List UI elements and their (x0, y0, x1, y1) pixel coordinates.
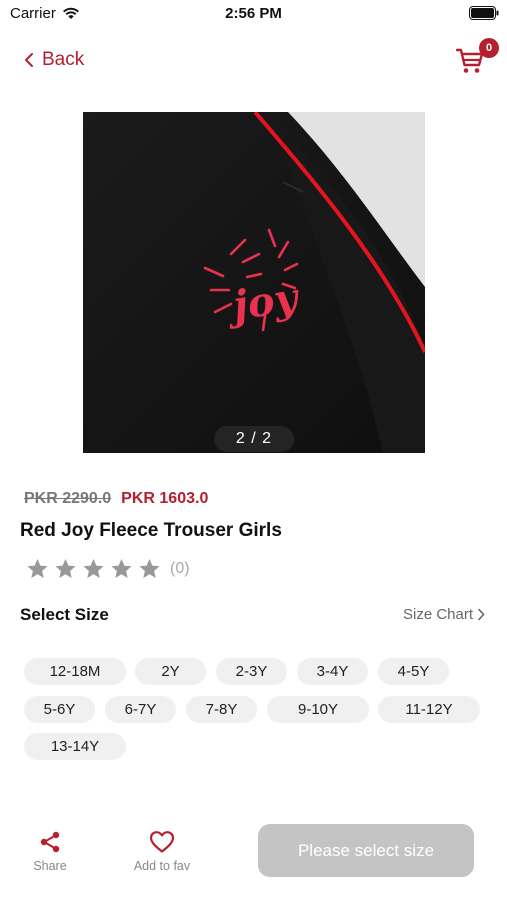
star-icon (55, 559, 76, 578)
status-bar: Carrier 2:56 PM (0, 0, 507, 28)
size-option[interactable]: 2-3Y (216, 658, 287, 685)
share-button[interactable]: Share (28, 830, 72, 873)
size-option[interactable]: 7-8Y (186, 696, 257, 723)
status-time: 2:56 PM (225, 5, 282, 22)
fav-label: Add to fav (133, 859, 191, 873)
size-option[interactable]: 12-18M (24, 658, 126, 685)
size-chart-link[interactable]: Size Chart (403, 606, 485, 623)
image-counter: 2 / 2 (214, 426, 294, 452)
cart-button[interactable]: 0 (455, 38, 499, 78)
back-button[interactable]: Back (24, 48, 84, 72)
sale-price: PKR 1603.0 (121, 490, 209, 507)
heart-icon (149, 831, 175, 853)
product-title: Red Joy Fleece Trouser Girls (20, 520, 282, 541)
select-size-cta-button[interactable]: Please select size (258, 824, 474, 877)
star-icon (27, 559, 48, 578)
cart-count-badge: 0 (479, 38, 499, 58)
battery-icon (469, 6, 499, 20)
size-chart-label: Size Chart (403, 606, 474, 623)
star-icon (111, 559, 132, 578)
star-icon (83, 559, 104, 578)
price-group: PKR 2290.0 PKR 1603.0 (24, 490, 208, 508)
size-option[interactable]: 9-10Y (267, 696, 369, 723)
add-to-fav-button[interactable]: Add to fav (128, 830, 196, 873)
size-option[interactable]: 6-7Y (105, 696, 176, 723)
chevron-left-icon (25, 53, 33, 67)
share-icon (40, 831, 60, 853)
size-option[interactable]: 11-12Y (378, 696, 480, 723)
size-option[interactable]: 5-6Y (24, 696, 95, 723)
back-label: Back (42, 49, 85, 70)
size-option[interactable]: 3-4Y (297, 658, 368, 685)
share-label: Share (33, 859, 67, 873)
size-option[interactable]: 13-14Y (24, 733, 126, 760)
size-option[interactable]: 4-5Y (378, 658, 449, 685)
star-icon (139, 559, 160, 578)
product-photo: joy (83, 112, 425, 453)
select-size-heading: Select Size (20, 605, 109, 624)
rating-stars: (0) (24, 557, 190, 581)
review-count: (0) (170, 560, 190, 577)
chevron-right-icon (478, 608, 485, 621)
product-image-carousel[interactable]: joy 2 / 2 (83, 112, 425, 453)
original-price: PKR 2290.0 (24, 490, 112, 507)
size-option[interactable]: 2Y (135, 658, 206, 685)
